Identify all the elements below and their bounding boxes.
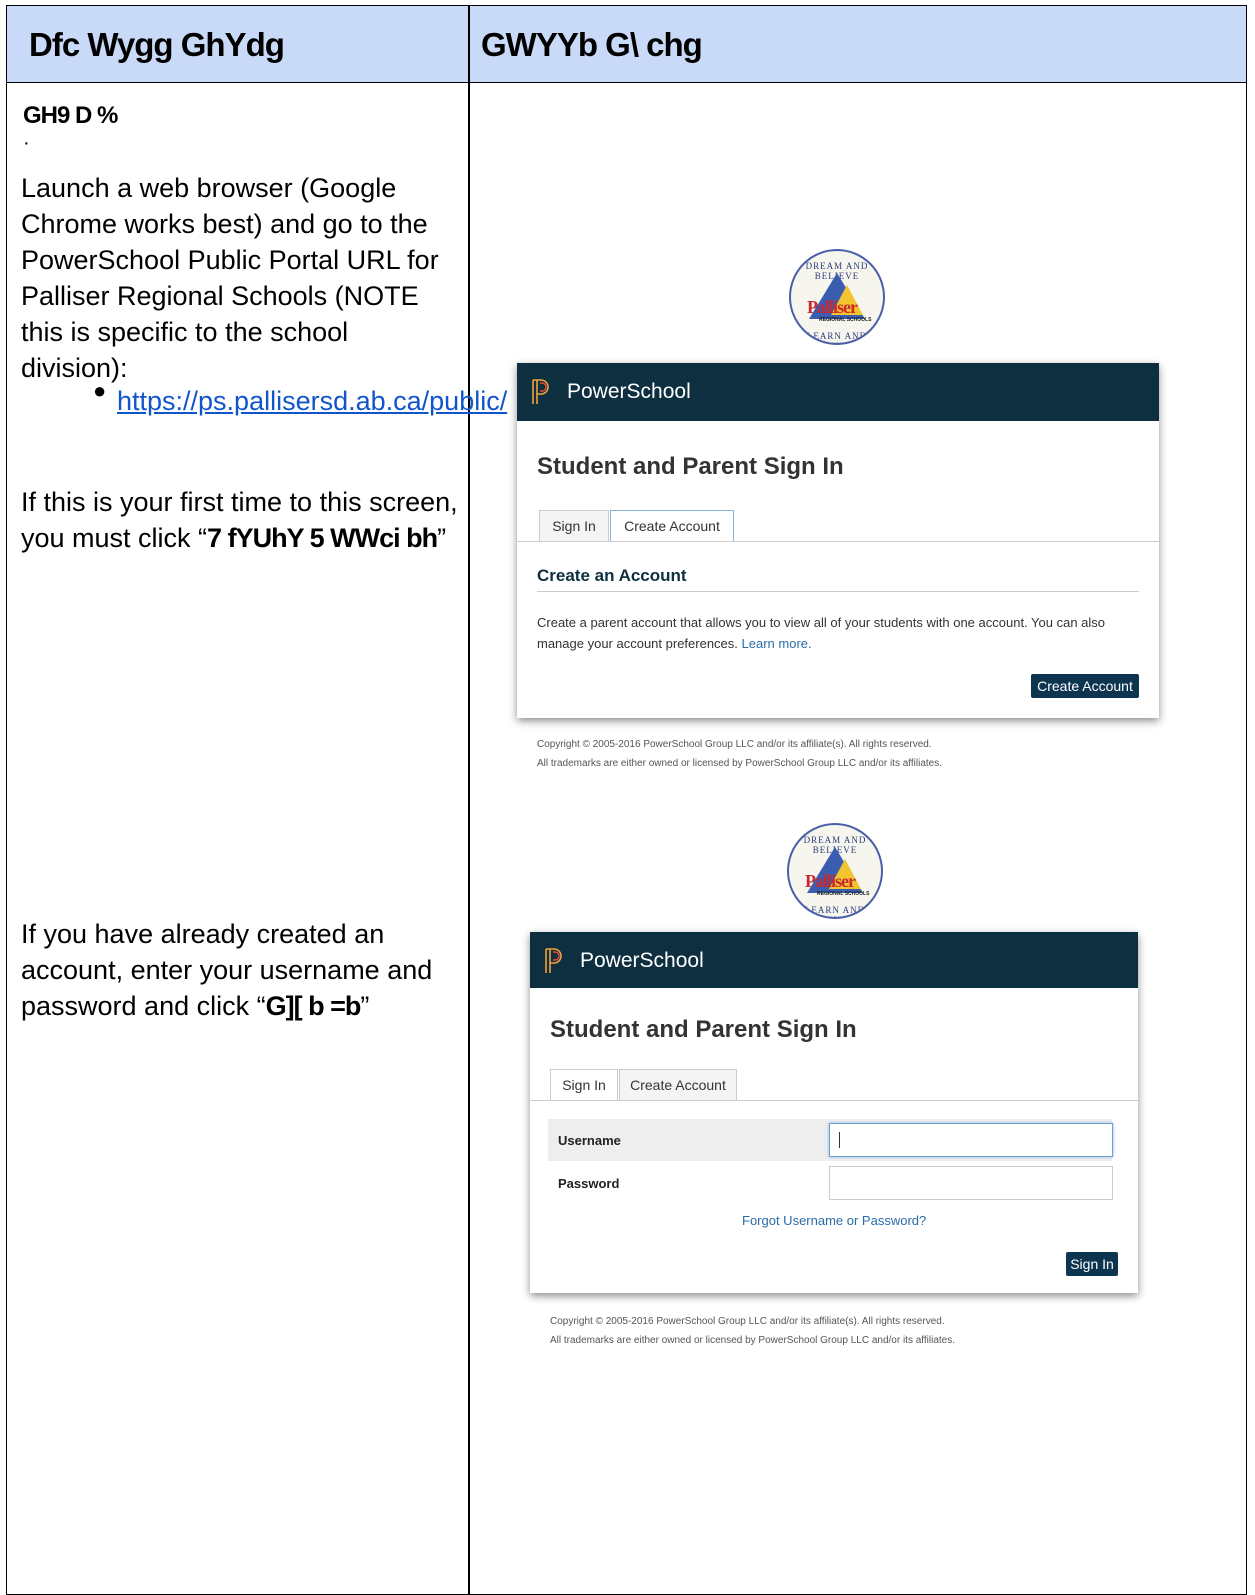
instruction-first-time-close-quote: ” bbox=[437, 523, 447, 553]
bullet-icon: ● bbox=[93, 378, 107, 403]
instruction-sign-in: If you have already created an account, … bbox=[21, 916, 461, 1024]
portal-url-link[interactable]: https://ps.pallisersd.ab.ca/public/ bbox=[117, 383, 507, 419]
instruction-sign-in-action: G][ b =b bbox=[265, 991, 362, 1021]
trademark-line: All trademarks are either owned or licen… bbox=[537, 758, 943, 769]
powerschool-brand: PowerSchool bbox=[580, 949, 704, 972]
palliser-logo: DREAM AND BELIEVE Palliser REGIONAL SCHO… bbox=[787, 823, 883, 919]
tab-underline bbox=[517, 541, 1159, 542]
logo-bottom-text: LEARN AND ACHIEVE bbox=[806, 331, 868, 343]
step-label: GH9 D % bbox=[23, 102, 118, 129]
header-cell-instructions: Dfc Wygg GhYdg bbox=[29, 26, 285, 63]
tab-sign-in[interactable]: Sign In bbox=[539, 510, 609, 542]
text-caret bbox=[839, 1132, 840, 1148]
create-account-heading: Create an Account bbox=[537, 566, 687, 585]
powerschool-logo-icon bbox=[532, 379, 549, 404]
powerschool-logo-icon bbox=[545, 948, 562, 973]
table-header-row: Dfc Wygg GhYdg GWYYb G\ chg bbox=[7, 6, 1246, 83]
powerschool-header-bar: PowerSchool bbox=[517, 363, 1159, 421]
copyright-block-1: Copyright © 2005-2016 PowerSchool Group … bbox=[537, 735, 942, 773]
sign-in-title: Student and Parent Sign In bbox=[537, 453, 844, 480]
logo-word: Palliser bbox=[807, 297, 858, 317]
copyright-block-2: Copyright © 2005-2016 PowerSchool Group … bbox=[550, 1312, 955, 1350]
trademark-line: All trademarks are either owned or licen… bbox=[550, 1335, 956, 1346]
sign-in-button[interactable]: Sign In bbox=[1066, 1252, 1118, 1276]
instruction-sign-in-text: If you have already created an account, … bbox=[21, 919, 433, 1021]
powerschool-header-bar: PowerSchool bbox=[530, 932, 1138, 988]
create-account-description: Create a parent account that allows you … bbox=[537, 612, 1137, 654]
password-row: Password bbox=[548, 1162, 1113, 1204]
username-input[interactable] bbox=[829, 1123, 1113, 1157]
step-dot: · bbox=[23, 132, 30, 154]
instruction-first-time-action: 7 fYUhY 5 WWci bh bbox=[207, 523, 438, 553]
instruction-sign-in-close-quote: ” bbox=[360, 991, 370, 1021]
sign-in-title: Student and Parent Sign In bbox=[550, 1016, 857, 1043]
password-label: Password bbox=[558, 1176, 620, 1191]
tab-underline bbox=[530, 1100, 1138, 1101]
create-account-button[interactable]: Create Account bbox=[1031, 674, 1139, 698]
username-label: Username bbox=[558, 1133, 621, 1148]
copyright-line: Copyright © 2005-2016 PowerSchool Group … bbox=[550, 1316, 945, 1327]
description-text: Create a parent account that allows you … bbox=[537, 615, 1106, 651]
instruction-launch-browser: Launch a web browser (Google Chrome work… bbox=[21, 173, 439, 383]
section-divider bbox=[537, 591, 1139, 592]
powerschool-brand: PowerSchool bbox=[567, 380, 691, 403]
forgot-credentials-link[interactable]: Forgot Username or Password? bbox=[742, 1213, 926, 1228]
password-input[interactable] bbox=[829, 1166, 1113, 1200]
instruction-table: Dfc Wygg GhYdg GWYYb G\ chg GH9 D % · La… bbox=[6, 5, 1247, 1595]
logo-sub-text: REGIONAL SCHOOLS bbox=[817, 891, 870, 897]
palliser-logo: DREAM AND BELIEVE Palliser REGIONAL SCHO… bbox=[789, 249, 885, 345]
create-account-screenshot: PowerSchool Student and Parent Sign In S… bbox=[517, 363, 1159, 718]
header-cell-screenshots: GWYYb G\ chg bbox=[481, 26, 703, 63]
tab-sign-in[interactable]: Sign In bbox=[550, 1069, 618, 1101]
learn-more-link[interactable]: Learn more. bbox=[742, 636, 812, 651]
username-row: Username bbox=[548, 1119, 1113, 1161]
instruction-first-time: If this is your first time to this scree… bbox=[21, 484, 461, 556]
logo-sub-text: REGIONAL SCHOOLS bbox=[819, 317, 872, 323]
sign-in-screenshot: PowerSchool Student and Parent Sign In S… bbox=[530, 932, 1138, 1293]
copyright-line: Copyright © 2005-2016 PowerSchool Group … bbox=[537, 739, 932, 750]
tab-create-account[interactable]: Create Account bbox=[610, 510, 734, 542]
tab-create-account[interactable]: Create Account bbox=[619, 1069, 737, 1101]
logo-bottom-text: LEARN AND ACHIEVE bbox=[804, 905, 866, 917]
column-divider bbox=[468, 6, 470, 1594]
logo-word: Palliser bbox=[805, 871, 856, 891]
